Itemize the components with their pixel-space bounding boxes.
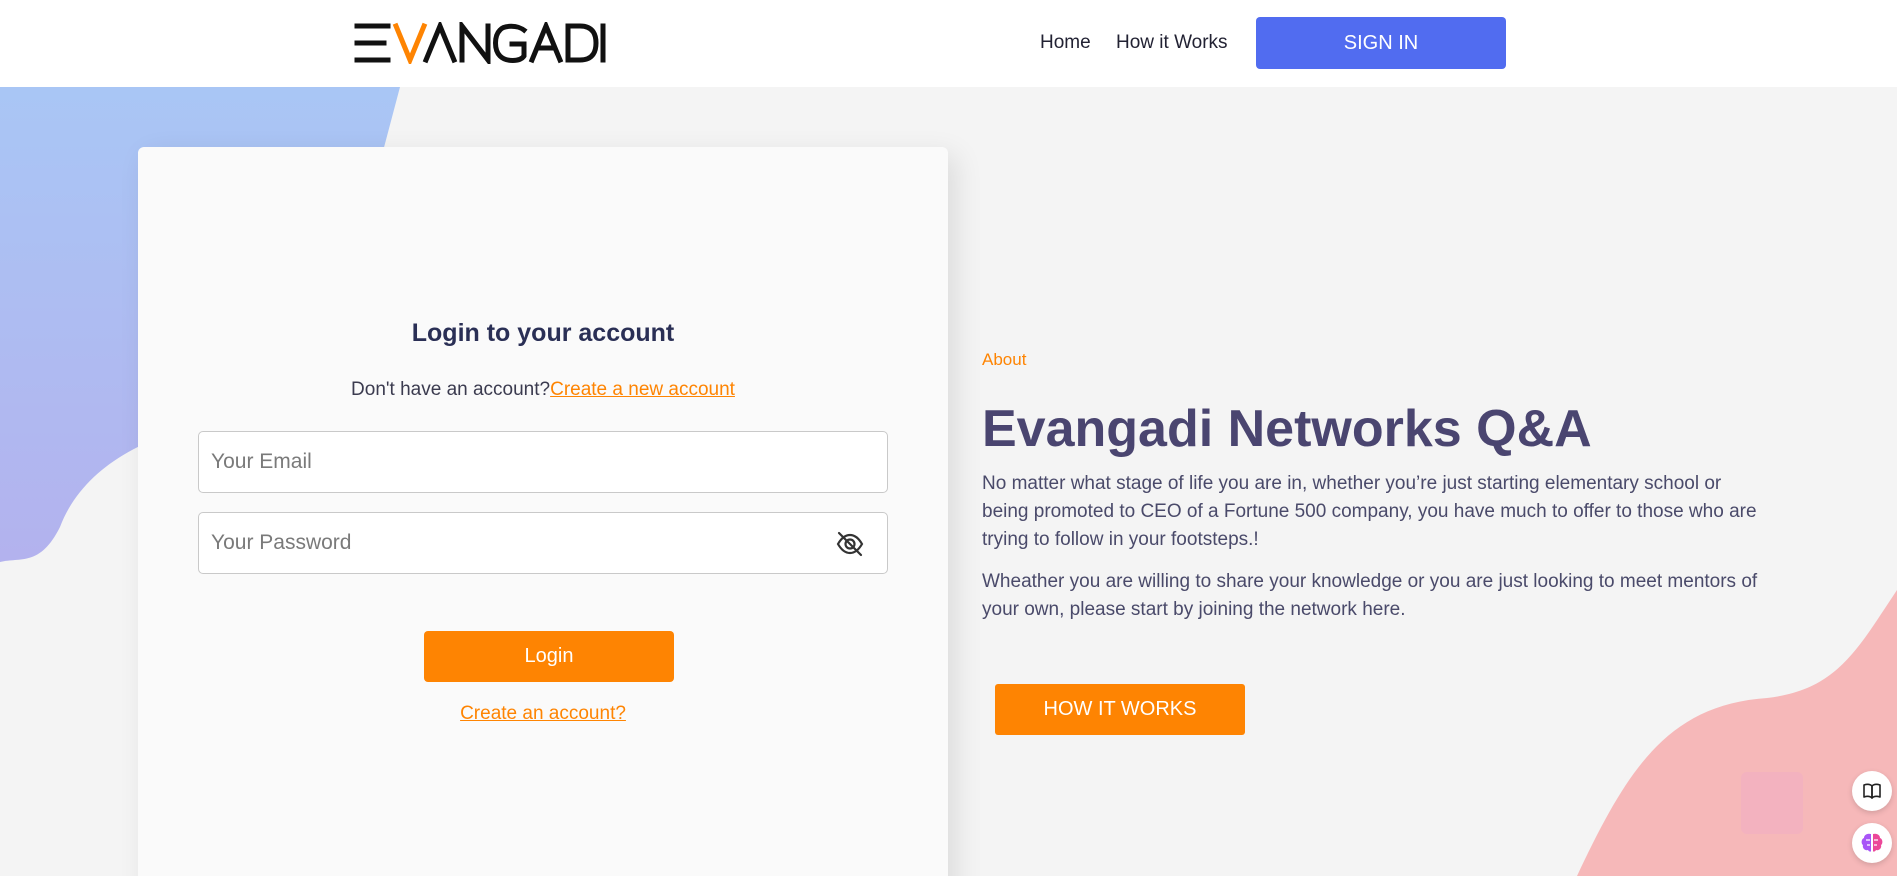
top-navbar: Home How it Works SIGN IN — [0, 0, 1897, 87]
evangadi-logo[interactable] — [354, 22, 606, 64]
about-section: About Evangadi Networks Q&A No matter wh… — [982, 350, 1762, 638]
login-button[interactable]: Login — [424, 631, 674, 682]
login-card: Login to your account Don't have an acco… — [138, 147, 948, 876]
signup-prompt: Don't have an account?Create a new accou… — [138, 379, 948, 401]
no-account-text: Don't have an account? — [351, 379, 551, 400]
nav-how-it-works[interactable]: How it Works — [1116, 32, 1228, 54]
login-title: Login to your account — [411, 319, 675, 347]
eye-off-icon[interactable] — [835, 529, 865, 559]
about-paragraph-2: Wheather you are willing to share your k… — [982, 571, 1758, 620]
signin-button[interactable]: SIGN IN — [1256, 17, 1506, 69]
book-icon[interactable] — [1852, 771, 1892, 811]
password-input[interactable] — [199, 513, 887, 573]
email-input[interactable] — [199, 432, 887, 492]
email-field — [198, 431, 888, 493]
create-new-account-link[interactable]: Create a new account — [550, 379, 735, 400]
about-title: Evangadi Networks Q&A — [982, 400, 1592, 458]
create-account-link[interactable]: Create an account? — [138, 703, 948, 725]
nav-home[interactable]: Home — [1040, 32, 1091, 54]
password-field — [198, 512, 888, 574]
about-tag: About — [982, 350, 1027, 369]
how-it-works-button[interactable]: HOW IT WORKS — [995, 684, 1245, 735]
brain-icon[interactable] — [1852, 823, 1892, 863]
floating-widget[interactable] — [1741, 772, 1803, 834]
about-paragraph-1: No matter what stage of life you are in,… — [982, 473, 1757, 550]
